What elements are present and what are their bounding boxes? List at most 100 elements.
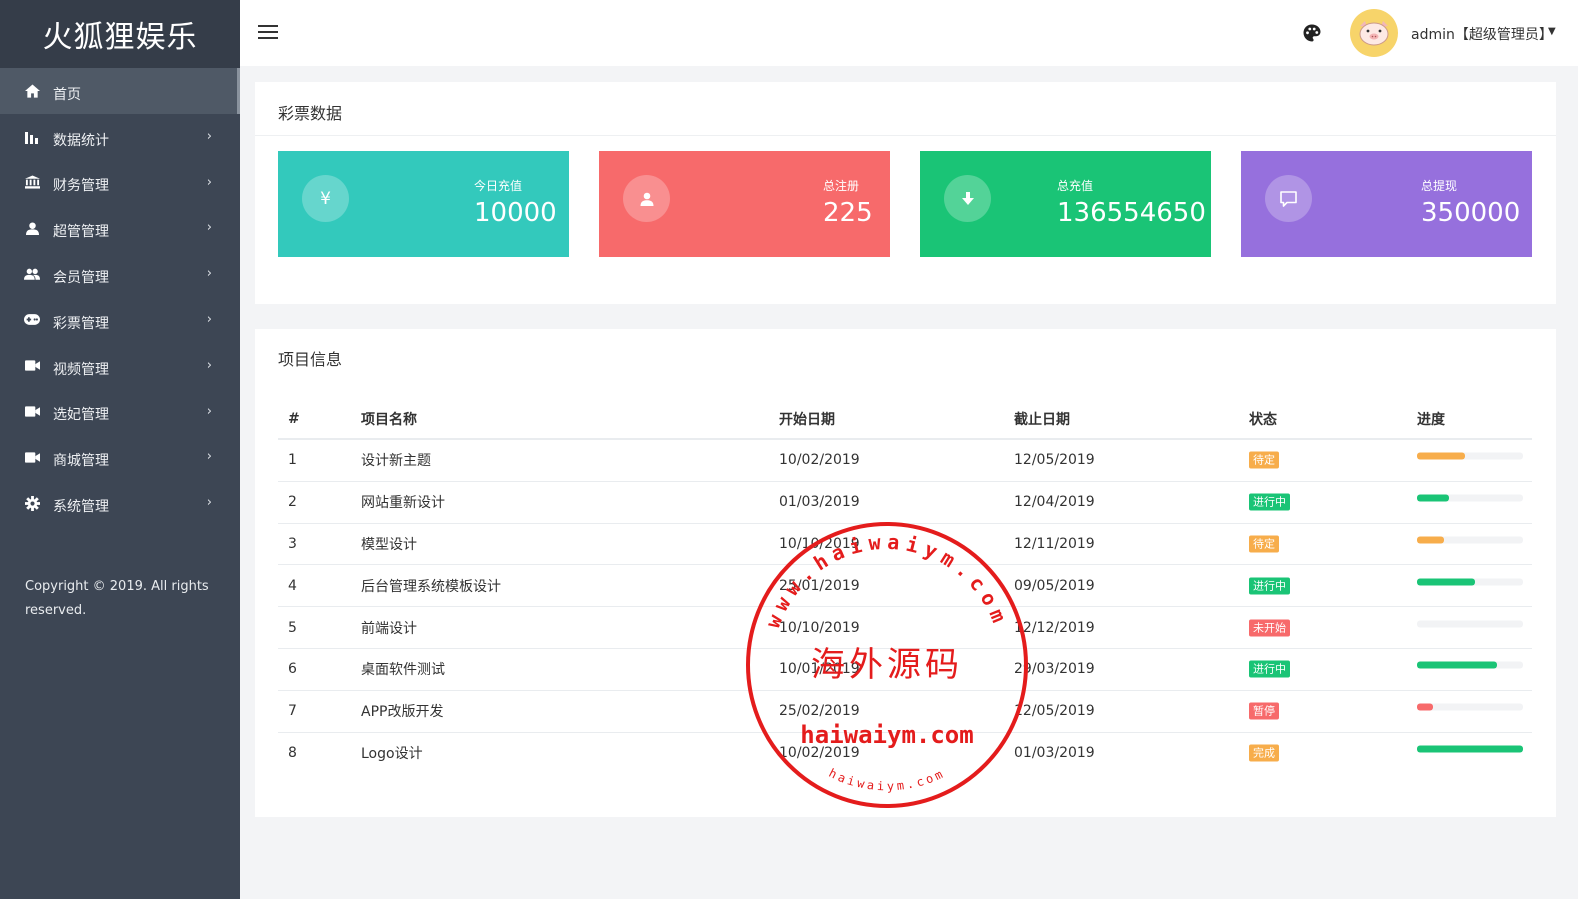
start-date: 10/01/2019 [779, 661, 860, 678]
gamepad-icon [23, 311, 41, 329]
table-body: 1 设计新主题 10/02/2019 12/05/2019 待定 2 网站重新设计 01/03… [278, 440, 1532, 774]
end-date: 12/05/2019 [1014, 452, 1095, 469]
row-number: 5 [288, 619, 297, 636]
start-date: 10/10/2019 [779, 535, 860, 552]
progress-cell [1417, 745, 1523, 757]
stat-value: 136554650 [1057, 198, 1206, 228]
progress-cell [1417, 661, 1523, 673]
hamburger-menu-icon[interactable] [258, 25, 278, 41]
sidebar-item-lottery[interactable]: 彩票管理 › [0, 297, 240, 343]
project-table: # 项目名称 开始日期 截止日期 状态 进度 1 设计新主题 10/02/2019 1… [278, 399, 1532, 774]
table-header: # 项目名称 开始日期 截止日期 状态 进度 [278, 399, 1532, 440]
progress-bar [1417, 745, 1523, 753]
chevron-right-icon: › [206, 220, 212, 236]
status-cell: 进行中 [1249, 660, 1290, 678]
copyright-text: Copyright © 2019. All rights reserved. [25, 579, 209, 618]
sidebar-item-label: 超管管理 [53, 224, 109, 241]
sidebar-item-label: 系统管理 [53, 499, 109, 516]
status-badge: 暂停 [1249, 702, 1279, 720]
sidebar-item-system[interactable]: 系统管理 › [0, 480, 240, 526]
video-icon [23, 402, 41, 420]
sidebar-item-mall[interactable]: 商城管理 › [0, 434, 240, 480]
chevron-right-icon: › [206, 128, 212, 144]
stat-value: 225 [823, 198, 873, 228]
stat-today-recharge[interactable]: ¥ 今日充值 10000 [278, 151, 569, 257]
progress-cell [1417, 536, 1523, 547]
top-header: admin【超级管理员】 ▼ [240, 0, 1578, 66]
end-date: 12/11/2019 [1014, 535, 1095, 552]
project-info-title: 项目信息 [278, 350, 343, 369]
status-badge: 待定 [1249, 535, 1279, 553]
table-row[interactable]: 6 桌面软件测试 10/01/2019 29/03/2019 进行中 [278, 649, 1532, 691]
sidebar-item-statistics[interactable]: 数据统计 › [0, 114, 240, 160]
sidebar-item-label: 视频管理 [53, 361, 109, 378]
project-name: APP改版开发 [361, 704, 444, 721]
users-icon [23, 265, 41, 283]
progress-cell [1417, 452, 1523, 464]
progress-bar [1417, 452, 1523, 460]
download-arrow-icon [944, 175, 991, 222]
table-row[interactable]: 1 设计新主题 10/02/2019 12/05/2019 待定 [278, 440, 1532, 482]
end-date: 12/04/2019 [1014, 494, 1095, 511]
brand-logo[interactable]: 火狐狸娱乐 [0, 0, 240, 68]
start-date: 10/02/2019 [779, 452, 860, 469]
start-date: 01/03/2019 [779, 494, 860, 511]
project-name: 网站重新设计 [361, 495, 445, 512]
stat-total-registered[interactable]: 总注册 225 [599, 151, 890, 257]
lottery-data-card: 彩票数据 ¥ 今日充值 10000 总注册 225 总充值 136554650 … [255, 82, 1556, 304]
table-row[interactable]: 7 APP改版开发 25/02/2019 12/05/2019 暂停 [278, 691, 1532, 733]
progress-bar-fill [1417, 494, 1449, 502]
sidebar-item-label: 财务管理 [53, 178, 109, 195]
chevron-right-icon: › [206, 311, 212, 327]
sidebar-item-members[interactable]: 会员管理 › [0, 251, 240, 297]
sidebar-item-finance[interactable]: 财务管理 › [0, 160, 240, 206]
status-cell: 进行中 [1249, 493, 1290, 511]
user-menu[interactable]: admin【超级管理员】 [1411, 24, 1553, 44]
row-number: 7 [288, 703, 297, 720]
start-date: 25/01/2019 [779, 577, 860, 594]
stat-total-recharge[interactable]: 总充值 136554650 [920, 151, 1211, 257]
stat-value: 10000 [474, 198, 557, 228]
status-badge: 进行中 [1249, 577, 1290, 595]
table-row[interactable]: 4 后台管理系统模板设计 25/01/2019 09/05/2019 进行中 [278, 565, 1532, 608]
column-header: 项目名称 [361, 411, 417, 428]
project-info-card: 项目信息 # 项目名称 开始日期 截止日期 状态 进度 1 设计新主题 10/02/… [255, 329, 1556, 817]
sidebar-item-label: 会员管理 [53, 270, 109, 287]
end-date: 01/03/2019 [1014, 745, 1095, 762]
stat-total-withdraw[interactable]: 总提现 350000 [1241, 151, 1532, 257]
status-cell: 待定 [1249, 535, 1279, 553]
sidebar-item-super-admin[interactable]: 超管管理 › [0, 205, 240, 251]
progress-bar-fill [1417, 578, 1476, 586]
table-row[interactable]: 8 Logo设计 10/02/2019 01/03/2019 完成 [278, 733, 1532, 775]
table-row[interactable]: 5 前端设计 10/10/2019 12/12/2019 未开始 [278, 607, 1532, 649]
project-name: 设计新主题 [361, 453, 431, 470]
palette-icon[interactable] [1303, 24, 1321, 46]
sidebar-item-label: 首页 [53, 86, 81, 103]
table-row[interactable]: 2 网站重新设计 01/03/2019 12/04/2019 进行中 [278, 482, 1532, 524]
stat-label: 总注册 [823, 179, 860, 193]
table-row[interactable]: 3 模型设计 10/10/2019 12/11/2019 待定 [278, 524, 1532, 566]
sidebar-item-label: 彩票管理 [53, 315, 109, 332]
progress-bar-fill [1417, 452, 1465, 460]
sidebar-item-label: 数据统计 [53, 132, 109, 149]
stat-label: 总充值 [1057, 179, 1094, 193]
sidebar-item-home[interactable]: 首页 [0, 68, 240, 114]
sidebar-item-video[interactable]: 视频管理 › [0, 343, 240, 389]
bar-chart-icon [23, 128, 41, 146]
row-number: 1 [288, 452, 297, 469]
caret-down-icon[interactable]: ▼ [1548, 26, 1556, 37]
progress-cell [1417, 620, 1523, 631]
project-name: 后台管理系统模板设计 [361, 578, 501, 595]
column-header: 进度 [1417, 411, 1445, 428]
progress-bar [1417, 620, 1523, 628]
status-badge: 进行中 [1249, 660, 1290, 678]
end-date: 09/05/2019 [1014, 577, 1095, 594]
status-badge: 完成 [1249, 744, 1279, 762]
lottery-data-title: 彩票数据 [278, 104, 343, 123]
sidebar-item-concubine[interactable]: 选妃管理 › [0, 389, 240, 435]
column-header: 状态 [1249, 411, 1277, 428]
progress-bar [1417, 494, 1523, 502]
sidebar-item-label: 商城管理 [53, 453, 109, 470]
avatar[interactable] [1350, 9, 1398, 57]
video-icon [23, 357, 41, 375]
